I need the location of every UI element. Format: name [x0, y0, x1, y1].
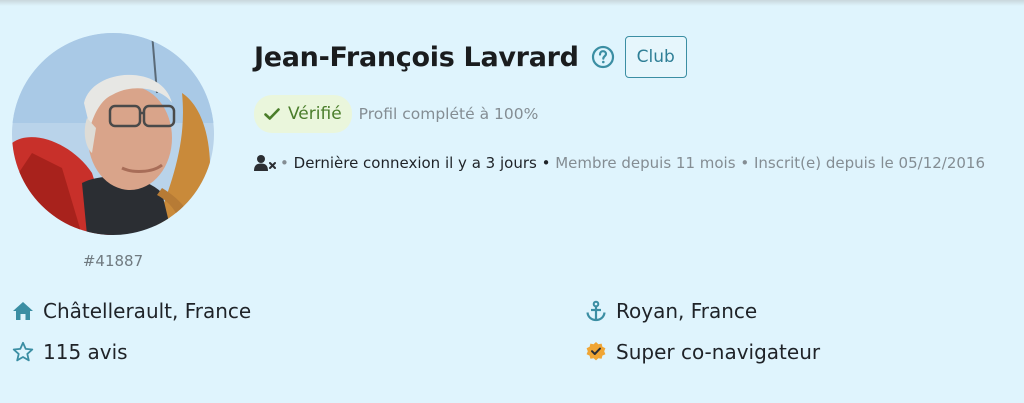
- bullet: •: [280, 154, 289, 172]
- anchor-icon: [585, 300, 607, 322]
- super-crew-label: Super co-navigateur: [616, 340, 821, 364]
- home-port: Royan, France: [585, 299, 757, 323]
- home-city: Châtellerault, France: [12, 299, 251, 323]
- verified-label: Vérifié: [288, 104, 342, 124]
- name-row: Jean-François Lavrard Club: [254, 36, 687, 78]
- reviews-label: 115 avis: [43, 340, 128, 364]
- club-badge[interactable]: Club: [624, 36, 687, 78]
- profile-complete-text: Profil complété à 100%: [358, 105, 539, 123]
- activity-row: • Dernière connexion il y a 3 jours • Me…: [254, 154, 985, 172]
- star-icon: [12, 341, 34, 363]
- profile-name: Jean-François Lavrard: [254, 41, 579, 73]
- verified-badge: Vérifié: [254, 95, 352, 133]
- registered-date: Inscrit(e) depuis le 05/12/2016: [753, 154, 986, 172]
- home-icon: [12, 300, 34, 322]
- home-city-label: Châtellerault, France: [43, 299, 252, 323]
- member-id: #41887: [82, 252, 144, 270]
- top-shadow: [0, 0, 1024, 6]
- home-port-label: Royan, France: [616, 299, 758, 323]
- reviews[interactable]: 115 avis: [12, 340, 128, 364]
- question-circle-icon[interactable]: [591, 45, 615, 69]
- member-since: Membre depuis 11 mois: [555, 154, 736, 172]
- verification-row: Vérifié Profil complété à 100%: [254, 95, 538, 133]
- verified-badge-icon: [585, 341, 607, 363]
- last-login: Dernière connexion il y a 3 jours: [293, 154, 537, 172]
- bullet: •: [740, 154, 750, 172]
- user-x-icon: [254, 154, 276, 172]
- avatar[interactable]: [12, 33, 214, 235]
- bullet: •: [541, 154, 551, 172]
- check-icon: [264, 108, 280, 120]
- super-crew-badge: Super co-navigateur: [585, 340, 820, 364]
